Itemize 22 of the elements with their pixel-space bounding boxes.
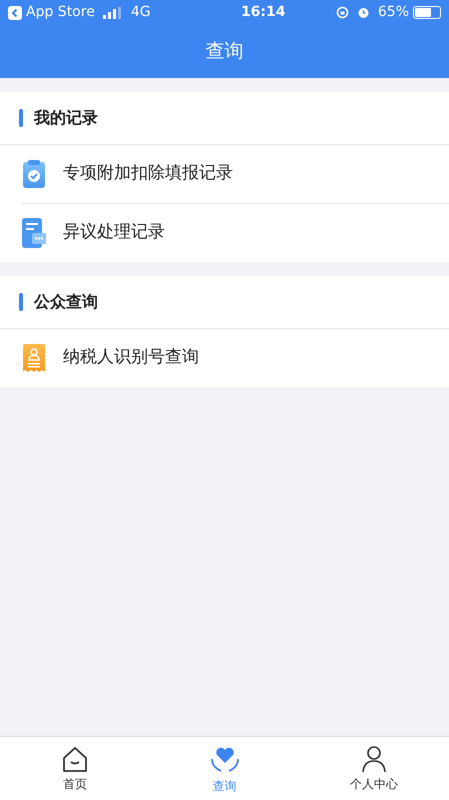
signal-icon <box>102 6 123 18</box>
tab[interactable]: 查询 <box>150 737 300 800</box>
section-marker <box>19 109 23 127</box>
id-card-icon <box>23 344 45 372</box>
alarm-icon <box>356 6 370 19</box>
time-label: 16:14 <box>240 3 286 22</box>
message-document-icon <box>22 218 46 248</box>
section-marker <box>19 293 23 311</box>
person-icon <box>360 745 388 773</box>
home-icon <box>60 745 89 773</box>
tab[interactable]: 首页 <box>0 737 150 800</box>
chevron-left-icon <box>8 6 22 20</box>
rotation-lock-icon <box>336 6 349 19</box>
network-label: 4G <box>130 3 151 22</box>
clipboard-check-icon <box>23 160 45 188</box>
page-title: 查询 <box>206 39 244 64</box>
battery-icon <box>413 6 441 19</box>
section-title: 公众查询 <box>34 291 98 313</box>
battery-label: 65% <box>378 3 409 22</box>
section-title: 我的记录 <box>34 107 98 129</box>
back-link[interactable]: App Store <box>8 2 95 23</box>
tab[interactable]: 个人中心 <box>299 737 449 800</box>
